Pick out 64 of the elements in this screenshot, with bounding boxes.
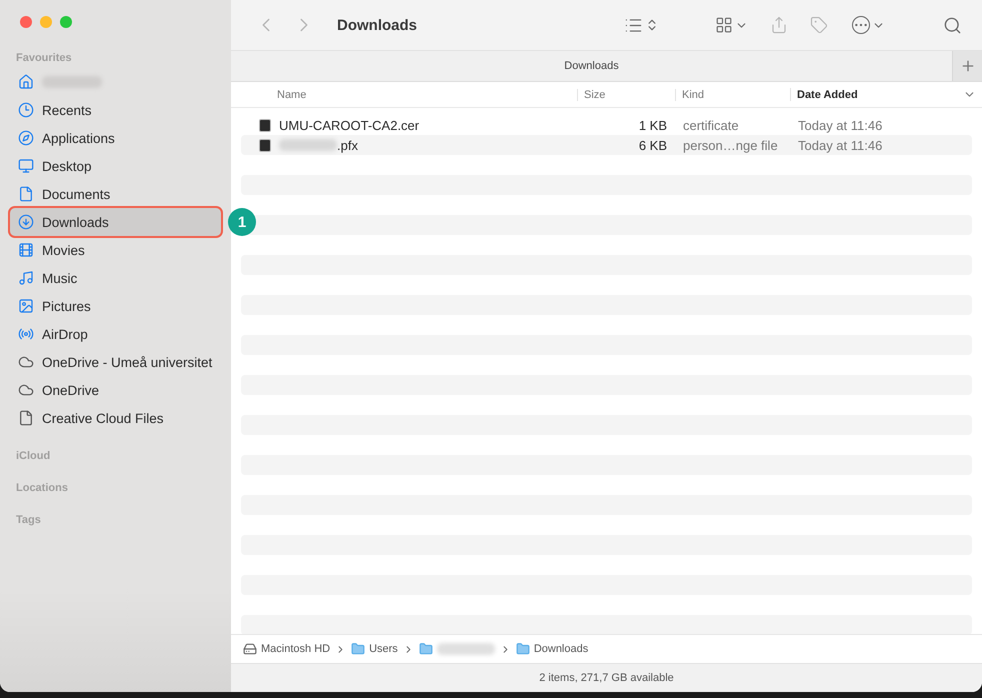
minimize-button[interactable] bbox=[40, 16, 52, 28]
compass-icon bbox=[18, 130, 34, 146]
step-badge: 1 bbox=[228, 208, 256, 236]
plus-icon bbox=[960, 58, 976, 74]
file-row[interactable]: UMU-CAROOT-CA2.cer 1 KB certificate Today at 11:46 bbox=[241, 115, 972, 135]
search-icon bbox=[943, 16, 962, 34]
sidebar-item[interactable]: OneDrive bbox=[10, 376, 221, 404]
share-icon bbox=[770, 16, 788, 34]
sidebar-item[interactable]: Applications bbox=[10, 124, 221, 152]
file-name: UMU-CAROOT-CA2.cer bbox=[279, 118, 420, 132]
zoom-button[interactable] bbox=[60, 16, 72, 28]
home-icon bbox=[18, 74, 34, 90]
sidebar-item[interactable]: Movies bbox=[10, 236, 221, 264]
monitor-icon bbox=[18, 158, 34, 174]
file-row[interactable]: .pfx 6 KB person…nge file Today at 11:46 bbox=[241, 135, 972, 155]
grid-icon bbox=[715, 16, 733, 34]
file-name: .pfx bbox=[337, 138, 358, 152]
music-note-icon bbox=[18, 270, 34, 286]
file-size: 1 KB bbox=[638, 118, 668, 132]
cloud-icon bbox=[18, 382, 34, 398]
sidebar-heading: Locations bbox=[15, 481, 69, 496]
file-date: Today at 11:46 bbox=[797, 138, 884, 152]
sidebar-heading: Tags bbox=[15, 513, 42, 528]
image-icon bbox=[18, 298, 34, 314]
sidebar-heading: iCloud bbox=[15, 449, 52, 464]
tag-icon bbox=[810, 16, 828, 34]
download-icon bbox=[18, 214, 34, 230]
sidebar-item[interactable]: AirDrop bbox=[10, 320, 221, 348]
sidebar-item[interactable]: Documents bbox=[10, 180, 221, 208]
document-icon bbox=[18, 186, 34, 202]
ellipsis-icon bbox=[852, 16, 870, 34]
column-header[interactable]: Date Added bbox=[790, 88, 982, 101]
sidebar-heading: Favourites bbox=[15, 51, 73, 66]
clock-icon bbox=[18, 102, 34, 118]
sidebar-item[interactable]: Pictures bbox=[10, 292, 221, 320]
folder-icon bbox=[351, 642, 366, 656]
signal-icon bbox=[18, 326, 34, 342]
add-tab-button[interactable] bbox=[952, 51, 982, 81]
path-segment[interactable]: Users bbox=[369, 643, 398, 655]
film-icon bbox=[18, 242, 34, 258]
sidebar-item[interactable]: Desktop bbox=[10, 152, 221, 180]
file-icon bbox=[259, 138, 271, 152]
folder-icon bbox=[516, 642, 530, 656]
status-text: 2 items, 271,7 GB available bbox=[231, 663, 982, 692]
path-segment[interactable]: Downloads bbox=[534, 643, 588, 655]
file-size: 6 KB bbox=[638, 138, 668, 152]
document-icon bbox=[18, 410, 34, 426]
path-segment[interactable]: Macintosh HD bbox=[261, 643, 330, 655]
file-icon bbox=[259, 118, 271, 132]
column-header[interactable]: Kind bbox=[675, 88, 790, 100]
sidebar-item[interactable]: Music bbox=[10, 264, 221, 292]
column-header[interactable]: Size bbox=[577, 88, 675, 100]
file-date: Today at 11:46 bbox=[797, 118, 884, 132]
folder-icon bbox=[418, 642, 433, 656]
sidebar-item[interactable]: Recents bbox=[10, 96, 221, 124]
file-kind: certificate bbox=[682, 118, 740, 132]
cloud-icon bbox=[18, 354, 34, 370]
file-kind: person…nge file bbox=[682, 138, 779, 152]
tab-title: Downloads bbox=[564, 60, 619, 72]
sidebar-item[interactable]: Creative Cloud Files bbox=[10, 404, 221, 432]
column-header[interactable]: Name bbox=[231, 88, 577, 100]
close-button[interactable] bbox=[20, 16, 32, 28]
sidebar-item[interactable]: OneDrive - Umeå universitet bbox=[10, 348, 221, 376]
window-title: Downloads bbox=[337, 16, 418, 34]
